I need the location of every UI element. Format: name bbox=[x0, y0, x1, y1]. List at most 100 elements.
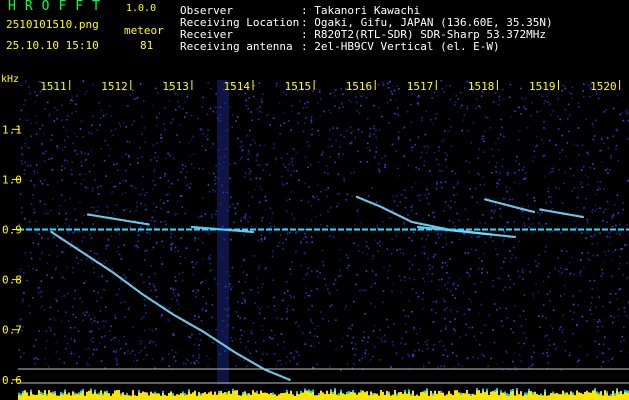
level-bar bbox=[24, 390, 26, 400]
noise-speck bbox=[299, 100, 301, 102]
level-peak bbox=[304, 388, 306, 391]
noise-speck bbox=[389, 99, 392, 101]
noise-speck bbox=[199, 339, 202, 342]
noise-speck bbox=[140, 202, 142, 205]
noise-speck bbox=[581, 144, 584, 146]
noise-speck bbox=[381, 115, 383, 118]
level-bar bbox=[18, 394, 20, 400]
noise-speck bbox=[590, 302, 592, 304]
noise-speck bbox=[194, 263, 197, 265]
level-bar bbox=[516, 390, 518, 400]
noise-speck bbox=[206, 355, 208, 357]
noise-speck bbox=[602, 343, 605, 346]
noise-speck bbox=[319, 271, 321, 274]
noise-speck bbox=[382, 84, 385, 86]
noise-speck bbox=[566, 250, 568, 253]
noise-speck bbox=[374, 282, 377, 285]
noise-speck bbox=[350, 328, 352, 330]
noise-speck bbox=[345, 305, 347, 308]
noise-speck bbox=[189, 155, 191, 158]
noise-speck bbox=[322, 260, 324, 263]
noise-speck bbox=[379, 337, 382, 339]
noise-speck bbox=[283, 347, 285, 350]
noise-speck bbox=[148, 276, 150, 278]
noise-speck bbox=[471, 196, 474, 199]
meteor-label: meteor bbox=[124, 24, 164, 37]
noise-speck bbox=[351, 342, 353, 344]
level-bar bbox=[184, 395, 186, 400]
noise-speck bbox=[484, 241, 487, 244]
y-tick-label: 0.8 bbox=[2, 274, 22, 287]
level-peak bbox=[308, 389, 310, 392]
noise-speck bbox=[28, 265, 30, 268]
noise-speck bbox=[481, 353, 484, 356]
noise-speck bbox=[34, 91, 36, 93]
noise-speck bbox=[314, 216, 317, 218]
noise-speck bbox=[415, 166, 417, 169]
noise-speck bbox=[152, 188, 154, 190]
noise-speck bbox=[453, 104, 456, 106]
noise-speck bbox=[84, 280, 87, 283]
noise-speck bbox=[591, 287, 593, 290]
noise-speck bbox=[240, 329, 242, 332]
noise-speck bbox=[522, 169, 524, 171]
noise-speck bbox=[375, 151, 377, 153]
noise-speck bbox=[282, 242, 284, 244]
noise-speck bbox=[260, 234, 263, 237]
noise-speck bbox=[136, 359, 138, 362]
noise-speck bbox=[313, 345, 316, 348]
level-peak bbox=[98, 392, 100, 395]
noise-speck bbox=[192, 355, 195, 357]
level-peak bbox=[54, 391, 56, 394]
noise-speck bbox=[572, 333, 574, 335]
noise-speck bbox=[291, 157, 293, 160]
noise-speck bbox=[64, 167, 66, 169]
noise-speck bbox=[291, 105, 294, 107]
noise-speck bbox=[547, 101, 549, 103]
noise-speck bbox=[364, 355, 366, 357]
noise-speck bbox=[603, 142, 605, 145]
noise-speck bbox=[192, 290, 194, 292]
noise-speck bbox=[621, 335, 624, 338]
noise-speck bbox=[53, 335, 56, 337]
noise-speck bbox=[144, 204, 147, 206]
level-peak bbox=[404, 389, 406, 392]
noise-speck bbox=[377, 250, 379, 252]
level-bar bbox=[558, 394, 560, 400]
noise-speck bbox=[290, 296, 293, 299]
noise-speck bbox=[448, 118, 450, 120]
noise-speck bbox=[494, 92, 497, 94]
noise-speck bbox=[241, 265, 243, 267]
noise-speck bbox=[103, 262, 106, 265]
noise-speck bbox=[39, 180, 42, 183]
noise-speck bbox=[261, 100, 263, 103]
noise-speck bbox=[215, 328, 218, 331]
noise-speck bbox=[168, 307, 171, 310]
noise-speck bbox=[426, 188, 428, 191]
noise-speck bbox=[160, 207, 162, 210]
noise-speck bbox=[600, 366, 602, 368]
noise-speck bbox=[196, 338, 198, 340]
noise-speck bbox=[258, 267, 260, 269]
noise-speck bbox=[422, 307, 425, 310]
noise-speck bbox=[484, 130, 486, 133]
noise-speck bbox=[23, 173, 26, 176]
noise-speck bbox=[198, 344, 200, 346]
level-peak bbox=[40, 391, 42, 394]
noise-speck bbox=[557, 128, 560, 130]
level-bar bbox=[168, 392, 170, 400]
noise-speck bbox=[206, 113, 209, 116]
noise-speck bbox=[171, 298, 173, 300]
noise-speck bbox=[431, 266, 434, 268]
noise-speck bbox=[262, 340, 265, 342]
noise-speck bbox=[332, 127, 334, 129]
noise-speck bbox=[127, 349, 129, 352]
noise-speck bbox=[214, 183, 217, 185]
noise-speck bbox=[441, 246, 444, 249]
level-bar bbox=[582, 394, 584, 400]
noise-speck bbox=[180, 171, 182, 173]
noise-speck bbox=[194, 288, 197, 291]
noise-speck bbox=[602, 211, 605, 213]
noise-speck bbox=[542, 304, 545, 306]
noise-speck bbox=[503, 231, 506, 234]
